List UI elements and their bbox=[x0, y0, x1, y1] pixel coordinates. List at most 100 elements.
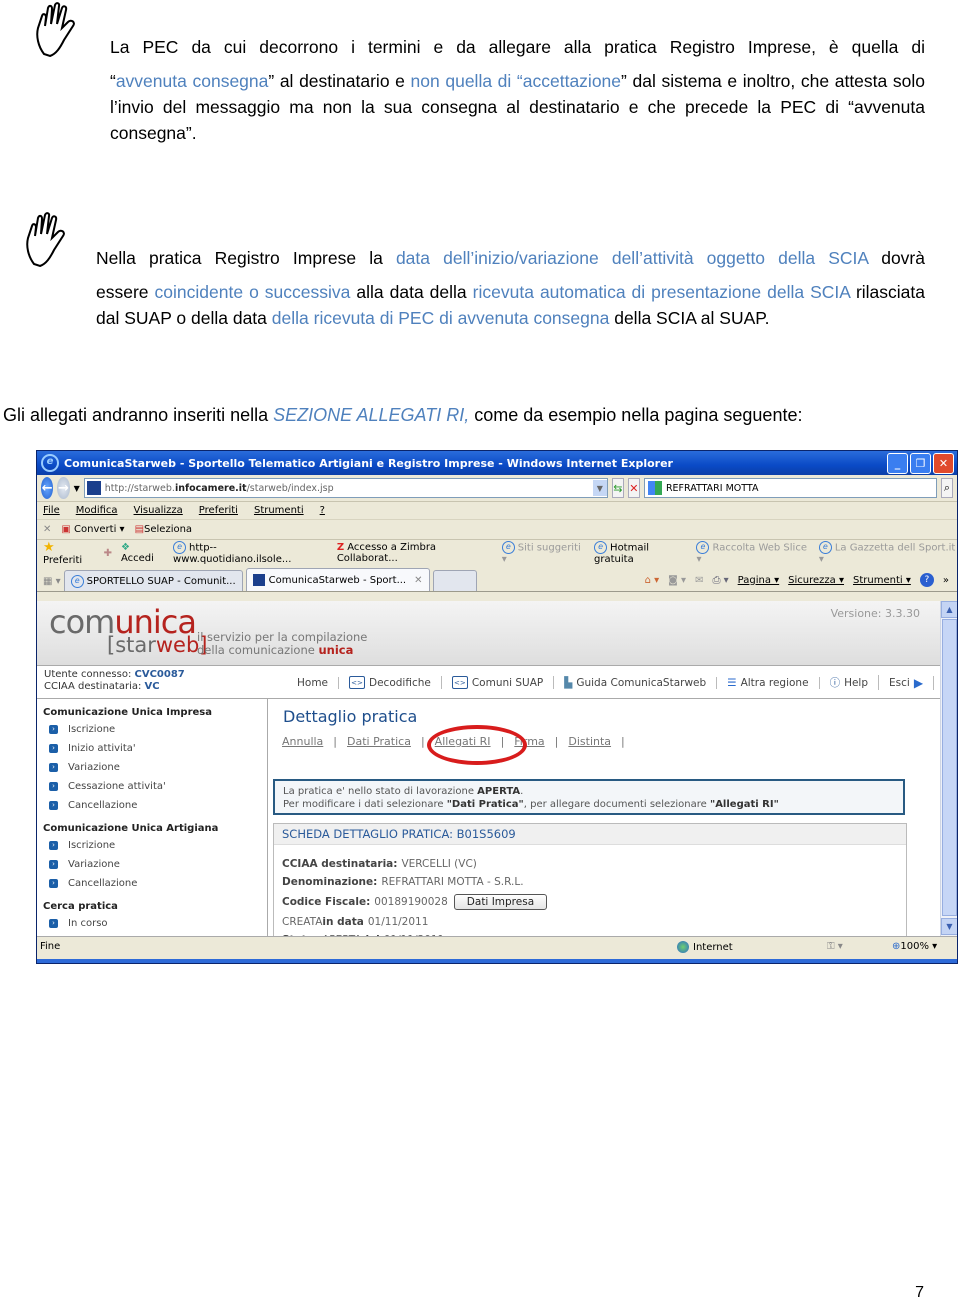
tab-distinta[interactable]: Distinta bbox=[568, 735, 611, 748]
ie-page-icon: e bbox=[818, 541, 832, 554]
tab-dati-pratica[interactable]: Dati Pratica bbox=[347, 735, 411, 748]
sidebar-item[interactable]: › Inizio attivita' bbox=[37, 739, 267, 758]
status-bar-border bbox=[37, 959, 957, 963]
back-button[interactable]: ← bbox=[41, 477, 54, 499]
status-notice: La pratica e' nello stato di lavorazione… bbox=[273, 779, 905, 815]
title-bar: e ComunicaStarweb - Sportello Telematico… bbox=[37, 451, 957, 475]
site-header: com unica [starweb] il servizio per la co… bbox=[37, 601, 942, 666]
pdf-convert-icon: ▣ bbox=[61, 524, 71, 535]
sidebar-item[interactable]: › Cancellazione bbox=[37, 874, 267, 893]
close-button[interactable]: ✕ bbox=[933, 452, 954, 474]
new-tab-button[interactable] bbox=[432, 570, 477, 591]
red-highlight-circle bbox=[427, 725, 527, 765]
feeds-icon[interactable]: ◙ ▾ bbox=[668, 575, 686, 586]
notice-status: APERTA bbox=[477, 786, 521, 797]
field-value: 01/11/2011 bbox=[367, 916, 429, 928]
url-domain: infocamere.it bbox=[174, 482, 247, 494]
help-icon[interactable]: ? bbox=[919, 573, 934, 587]
nav-label: Comuni SUAP bbox=[471, 676, 544, 689]
favorites-button[interactable]: ★ Preferiti bbox=[43, 540, 95, 566]
scroll-down-icon[interactable]: ▼ bbox=[941, 918, 957, 935]
security-menu[interactable]: Sicurezza ▾ bbox=[788, 575, 844, 586]
favorite-link[interactable]: e Hotmail gratuita bbox=[594, 541, 687, 565]
sidebar-item-label: In corso bbox=[68, 918, 108, 929]
sidebar-item[interactable]: › Cessazione attivita' bbox=[37, 777, 267, 796]
sidebar-item[interactable]: › Iscrizione bbox=[37, 836, 267, 855]
nav-guida[interactable]: ▙ Guida ComunicaStarweb bbox=[554, 676, 718, 689]
zoom-control[interactable]: ⊕100% ▾ bbox=[892, 941, 937, 952]
address-row: ← → ▼ http://starweb. infocamere.it/starw… bbox=[37, 475, 957, 502]
sidebar-item[interactable]: › Variazione bbox=[37, 758, 267, 777]
scroll-up-icon[interactable]: ▲ bbox=[941, 601, 957, 618]
dati-impresa-button[interactable]: Dati Impresa bbox=[453, 894, 548, 910]
stop-icon[interactable]: ✕ bbox=[627, 478, 640, 498]
menu-modifica[interactable]: Modifica bbox=[76, 505, 118, 516]
nav-altra-regione[interactable]: ☰ Altra regione bbox=[717, 676, 820, 689]
quick-tabs-icon[interactable]: ▦ ▾ bbox=[43, 576, 61, 591]
window-title: ComunicaStarweb - Sportello Telematico A… bbox=[64, 456, 673, 470]
history-dropdown-icon[interactable]: ▼ bbox=[74, 484, 80, 493]
pdf-toolbar: ✕ ▣ Converti ▾ ▤Seleziona bbox=[37, 520, 957, 540]
separator: | bbox=[621, 735, 625, 748]
nav-decodifiche[interactable]: <> Decodifiche bbox=[339, 676, 442, 689]
favorite-link[interactable]: e La Gazzetta dell Sport.it ▾ bbox=[818, 541, 957, 566]
vertical-scrollbar[interactable]: ▲ ▼ bbox=[940, 601, 957, 937]
nav-home[interactable]: Home bbox=[287, 676, 340, 689]
sidebar-item-label: Variazione bbox=[68, 859, 120, 870]
sidebar-item[interactable]: › Iscrizione bbox=[37, 720, 267, 739]
convert-button[interactable]: ▣ Converti ▾ bbox=[61, 524, 124, 535]
page-menu[interactable]: Pagina ▾ bbox=[738, 575, 780, 586]
favorite-link[interactable]: e http--www.quotidiano.ilsole... bbox=[173, 541, 328, 565]
print-icon[interactable]: ⎙ ▾ bbox=[712, 575, 728, 586]
minimize-button[interactable]: _ bbox=[887, 452, 908, 474]
menu-visualizza[interactable]: Visualizza bbox=[134, 505, 183, 516]
nav-comuni-suap[interactable]: <> Comuni SUAP bbox=[442, 676, 555, 689]
nav-esci[interactable]: Esci ▶ bbox=[879, 675, 935, 690]
pdf-select-icon: ▤ bbox=[134, 524, 145, 535]
sidebar-item[interactable]: › Variazione bbox=[37, 855, 267, 874]
mail-icon[interactable]: ✉ bbox=[695, 575, 703, 586]
tab-sportello-suap[interactable]: e SPORTELLO SUAP - Comunit... bbox=[63, 570, 243, 591]
favorite-link[interactable]: e Raccolta Web Slice ▾ bbox=[696, 541, 809, 565]
tools-menu[interactable]: Strumenti ▾ bbox=[853, 575, 911, 586]
ie-logo-icon: e bbox=[41, 454, 59, 472]
forward-button[interactable]: → bbox=[57, 477, 70, 499]
tab-comunicastarweb[interactable]: ComunicaStarweb - Sport... ✕ bbox=[245, 568, 430, 591]
paragraph-line: La PEC da cui decorrono i termini e da a… bbox=[110, 37, 925, 57]
address-bar[interactable]: http://starweb. infocamere.it/starweb/ind… bbox=[83, 478, 608, 498]
arrow-bullet-icon: › bbox=[49, 725, 58, 734]
close-toolbar-icon[interactable]: ✕ bbox=[43, 524, 51, 535]
protected-mode-icon[interactable]: ⚿ ▾ bbox=[827, 941, 843, 952]
tab-annulla[interactable]: Annulla bbox=[282, 735, 323, 748]
add-favorite-icon[interactable]: ✚ bbox=[104, 548, 112, 559]
page-title: Dettaglio pratica bbox=[283, 707, 418, 726]
select-button[interactable]: ▤Seleziona bbox=[135, 524, 193, 535]
nav-help[interactable]: ⓘ Help bbox=[820, 675, 880, 690]
code-icon: <> bbox=[451, 676, 468, 689]
more-commands-icon[interactable]: » bbox=[943, 575, 949, 586]
site-tagline: il servizio per la compilazione della co… bbox=[197, 631, 367, 657]
close-tab-icon[interactable]: ✕ bbox=[414, 575, 422, 586]
menu-preferiti[interactable]: Preferiti bbox=[199, 505, 238, 516]
help-circle-icon: ⓘ bbox=[829, 677, 841, 689]
scroll-thumb[interactable] bbox=[942, 619, 957, 916]
menu-file[interactable]: File bbox=[43, 505, 60, 516]
site-nav: Home <> Decodifiche <> Comuni SUAP ▙ Guida … bbox=[287, 675, 935, 690]
menu-help[interactable]: ? bbox=[320, 505, 325, 516]
nav-label: Esci bbox=[889, 676, 910, 689]
paragraph-text: ” al destinatario e bbox=[268, 71, 411, 91]
home-icon[interactable]: ⌂ ▾ bbox=[645, 575, 660, 586]
address-dropdown-icon[interactable]: ▼ bbox=[592, 480, 607, 496]
favorite-link[interactable]: ❖ Accedi bbox=[121, 542, 164, 564]
maximize-button[interactable]: ❐ bbox=[910, 452, 931, 474]
favorite-label: La Gazzetta dell Sport.it ▾ bbox=[818, 542, 956, 566]
favorite-link[interactable]: e Siti suggeriti ▾ bbox=[501, 541, 585, 565]
sidebar-item[interactable]: › In corso bbox=[37, 914, 267, 933]
search-icon[interactable]: ⌕ bbox=[940, 478, 954, 498]
menu-strumenti[interactable]: Strumenti bbox=[254, 505, 304, 516]
sidebar-item[interactable]: › Cancellazione bbox=[37, 796, 267, 815]
favorite-link[interactable]: Z Accesso a Zimbra Collaborat... bbox=[337, 542, 493, 564]
refresh-icon[interactable]: ⇆ bbox=[611, 478, 624, 498]
search-input[interactable]: REFRATTARI MOTTA bbox=[643, 478, 937, 498]
user-bar: Utente connesso: CVC0087 CCIAA destinata… bbox=[37, 666, 942, 699]
